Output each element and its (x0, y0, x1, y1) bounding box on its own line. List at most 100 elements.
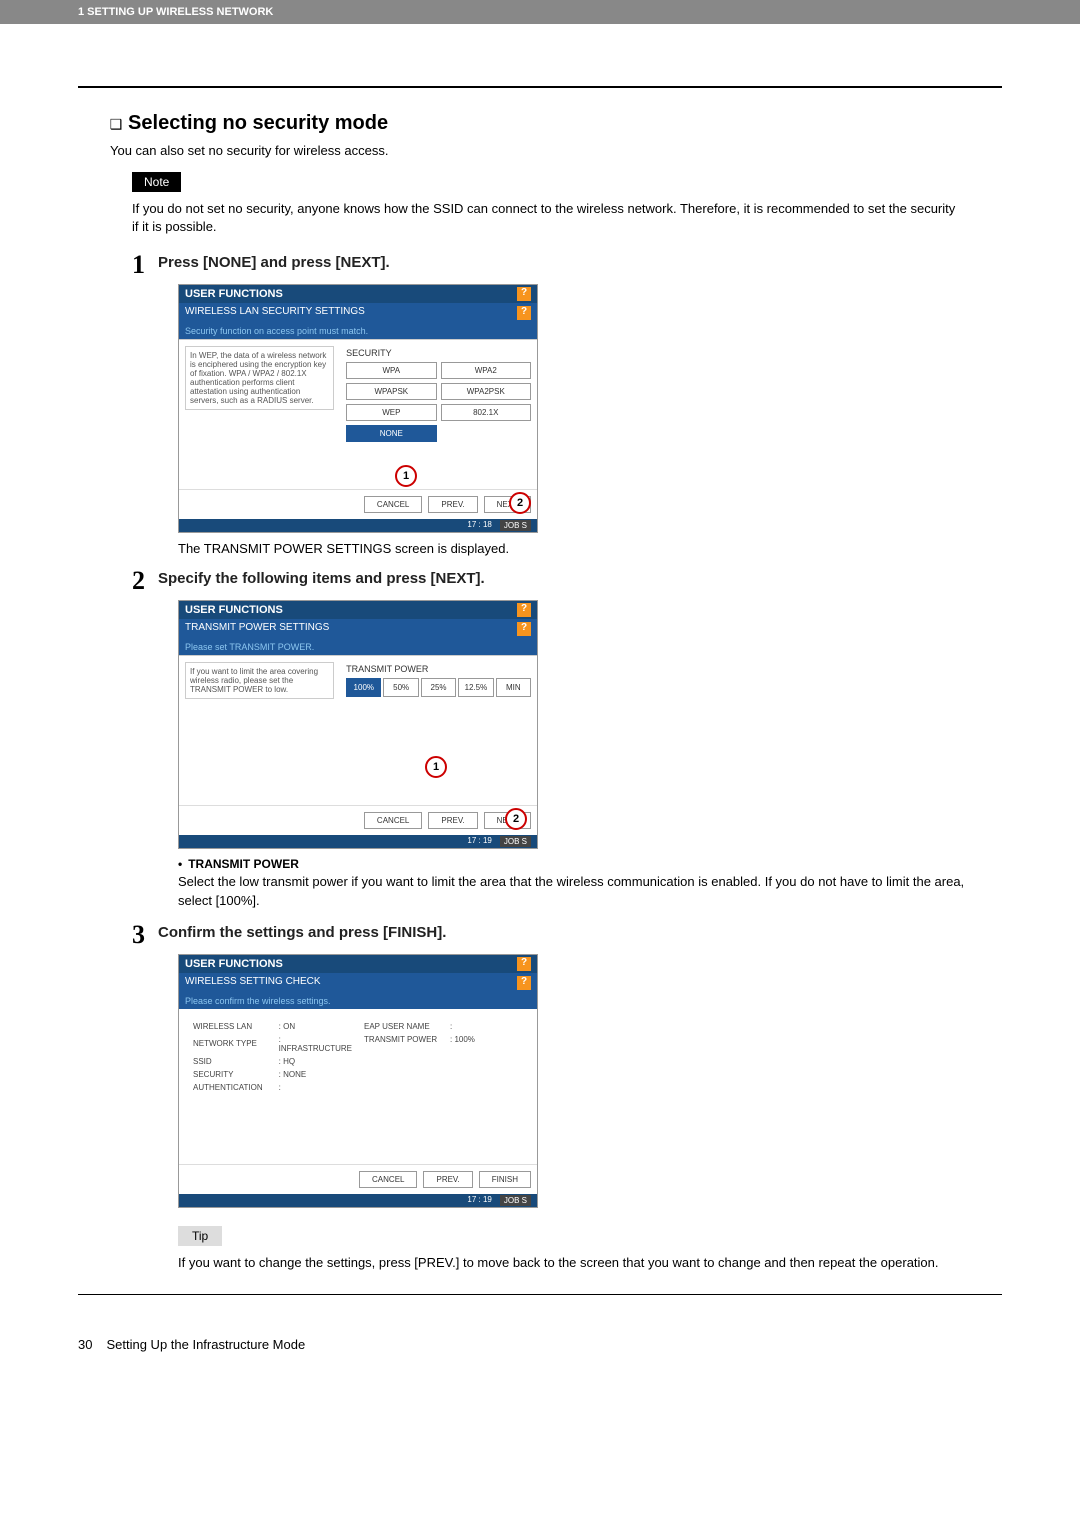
wpapsk-button[interactable]: WPAPSK (346, 383, 436, 400)
section-title: ❑ Selecting no security mode (110, 110, 1002, 135)
left-pane: If you want to limit the area covering w… (179, 656, 340, 805)
step-title: Press [NONE] and press [NEXT]. (158, 250, 390, 271)
left-pane: In WEP, the data of a wireless network i… (179, 340, 340, 489)
note-label: Note (132, 172, 181, 192)
table-row: AUTHENTICATION: (189, 1082, 356, 1093)
window-titlebar: USER FUNCTIONS ? (179, 601, 537, 619)
table-row: WIRELESS LAN: ON (189, 1021, 356, 1032)
jobs-button[interactable]: JOB S (500, 1195, 531, 1206)
pwr-100-button[interactable]: 100% (346, 678, 381, 697)
cancel-button[interactable]: CANCEL (364, 812, 422, 829)
step-3: 3 Confirm the settings and press [FINISH… (132, 920, 1002, 950)
window-title: USER FUNCTIONS (185, 958, 283, 970)
cancel-button[interactable]: CANCEL (359, 1171, 417, 1188)
pwr-50-button[interactable]: 50% (383, 678, 418, 697)
window-subtitle: TRANSMIT POWER SETTINGS ? (179, 619, 537, 639)
pwr-25-button[interactable]: 25% (421, 678, 456, 697)
bullet-label: TRANSMIT POWER (188, 857, 299, 871)
window-hint: Please confirm the wireless settings. (179, 993, 537, 1009)
window-hint: Please set TRANSMIT POWER. (179, 639, 537, 655)
page-footer: 30 Setting Up the Infrastructure Mode (0, 1337, 1080, 1382)
status-time: 17 : 18 (467, 520, 491, 531)
window-subtitle: WIRELESS SETTING CHECK ? (179, 973, 537, 993)
jobs-button[interactable]: JOB S (500, 520, 531, 531)
help-icon[interactable]: ? (517, 622, 531, 636)
title-bullet-icon: ❑ (110, 110, 122, 134)
cancel-button[interactable]: CANCEL (364, 496, 422, 513)
step-number: 3 (132, 920, 158, 950)
pwr-12-button[interactable]: 12.5% (458, 678, 493, 697)
note-text: If you do not set no security, anyone kn… (132, 200, 962, 236)
section-intro: You can also set no security for wireles… (110, 143, 1002, 158)
wpa2-button[interactable]: WPA2 (441, 362, 531, 379)
power-label: TRANSMIT POWER (346, 664, 531, 674)
none-button[interactable]: NONE (346, 425, 436, 442)
screenshot-security: USER FUNCTIONS ? WIRELESS LAN SECURITY S… (178, 284, 538, 533)
step-2: 2 Specify the following items and press … (132, 566, 1002, 596)
help-icon[interactable]: ? (517, 287, 531, 301)
footer-buttons: CANCEL PREV. NEXT (179, 805, 537, 835)
help-icon[interactable]: ? (517, 957, 531, 971)
step-number: 2 (132, 566, 158, 596)
wep-button[interactable]: WEP (346, 404, 436, 421)
statusbar: 17 : 19 JOB S (179, 835, 537, 848)
table-row: EAP USER NAME: (360, 1021, 479, 1032)
wpa2psk-button[interactable]: WPA2PSK (441, 383, 531, 400)
step-title: Confirm the settings and press [FINISH]. (158, 920, 446, 941)
right-pane: TRANSMIT POWER 100% 50% 25% 12.5% MIN (340, 656, 537, 805)
footer-buttons: CANCEL PREV. FINISH (179, 1164, 537, 1194)
transmit-text: Select the low transmit power if you wan… (178, 873, 982, 909)
step-1: 1 Press [NONE] and press [NEXT]. (132, 250, 1002, 280)
transmit-bullet: • TRANSMIT POWER (178, 857, 1002, 871)
statusbar: 17 : 19 JOB S (179, 1194, 537, 1207)
window-titlebar: USER FUNCTIONS ? (179, 955, 537, 973)
table-row: NETWORK TYPE: INFRASTRUCTURE (189, 1034, 356, 1054)
step-number: 1 (132, 250, 158, 280)
tip-label: Tip (178, 1226, 222, 1246)
page-content: ❑ Selecting no security mode You can also… (0, 24, 1080, 1337)
footer-buttons: CANCEL PREV. NEXT (179, 489, 537, 519)
window-title: USER FUNCTIONS (185, 288, 283, 300)
prev-button[interactable]: PREV. (423, 1171, 472, 1188)
title-text: Selecting no security mode (128, 112, 388, 134)
window-titlebar: USER FUNCTIONS ? (179, 285, 537, 303)
prev-button[interactable]: PREV. (428, 496, 477, 513)
window-title: USER FUNCTIONS (185, 604, 283, 616)
wpa-button[interactable]: WPA (346, 362, 436, 379)
help-icon[interactable]: ? (517, 976, 531, 990)
tip-text: If you want to change the settings, pres… (178, 1254, 972, 1272)
table-row: SECURITY: NONE (189, 1069, 356, 1080)
step1-caption: The TRANSMIT POWER SETTINGS screen is di… (178, 541, 1002, 556)
left-desc: In WEP, the data of a wireless network i… (185, 346, 334, 410)
footer-title: Setting Up the Infrastructure Mode (106, 1337, 305, 1352)
window-subtitle: WIRELESS LAN SECURITY SETTINGS ? (179, 303, 537, 323)
subtitle-text: TRANSMIT POWER SETTINGS (185, 622, 329, 636)
right-pane: SECURITY WPA WPA2 WPAPSK WPA2PSK WEP 802… (340, 340, 537, 489)
table-row: TRANSMIT POWER: 100% (360, 1034, 479, 1045)
left-desc: If you want to limit the area covering w… (185, 662, 334, 699)
page-number: 30 (78, 1337, 92, 1352)
screenshot-transmit: USER FUNCTIONS ? TRANSMIT POWER SETTINGS… (178, 600, 538, 849)
settings-summary: WIRELESS LAN: ON NETWORK TYPE: INFRASTRU… (179, 1009, 537, 1164)
security-label: SECURITY (346, 348, 531, 358)
prev-button[interactable]: PREV. (428, 812, 477, 829)
8021x-button[interactable]: 802.1X (441, 404, 531, 421)
help-icon[interactable]: ? (517, 306, 531, 320)
bullet-icon: • (178, 857, 182, 871)
window-hint: Security function on access point must m… (179, 323, 537, 339)
help-icon[interactable]: ? (517, 603, 531, 617)
jobs-button[interactable]: JOB S (500, 836, 531, 847)
rule-bottom (78, 1294, 1002, 1295)
page-header: 1 SETTING UP WIRELESS NETWORK (0, 0, 1080, 24)
table-row: SSID: HQ (189, 1056, 356, 1067)
rule-top (78, 86, 1002, 88)
pwr-min-button[interactable]: MIN (496, 678, 531, 697)
status-time: 17 : 19 (467, 1195, 491, 1206)
status-time: 17 : 19 (467, 836, 491, 847)
subtitle-text: WIRELESS SETTING CHECK (185, 976, 321, 990)
statusbar: 17 : 18 JOB S (179, 519, 537, 532)
subtitle-text: WIRELESS LAN SECURITY SETTINGS (185, 306, 365, 320)
chapter-label: 1 SETTING UP WIRELESS NETWORK (78, 6, 273, 18)
finish-button[interactable]: FINISH (479, 1171, 531, 1188)
screenshot-confirm: USER FUNCTIONS ? WIRELESS SETTING CHECK … (178, 954, 538, 1208)
